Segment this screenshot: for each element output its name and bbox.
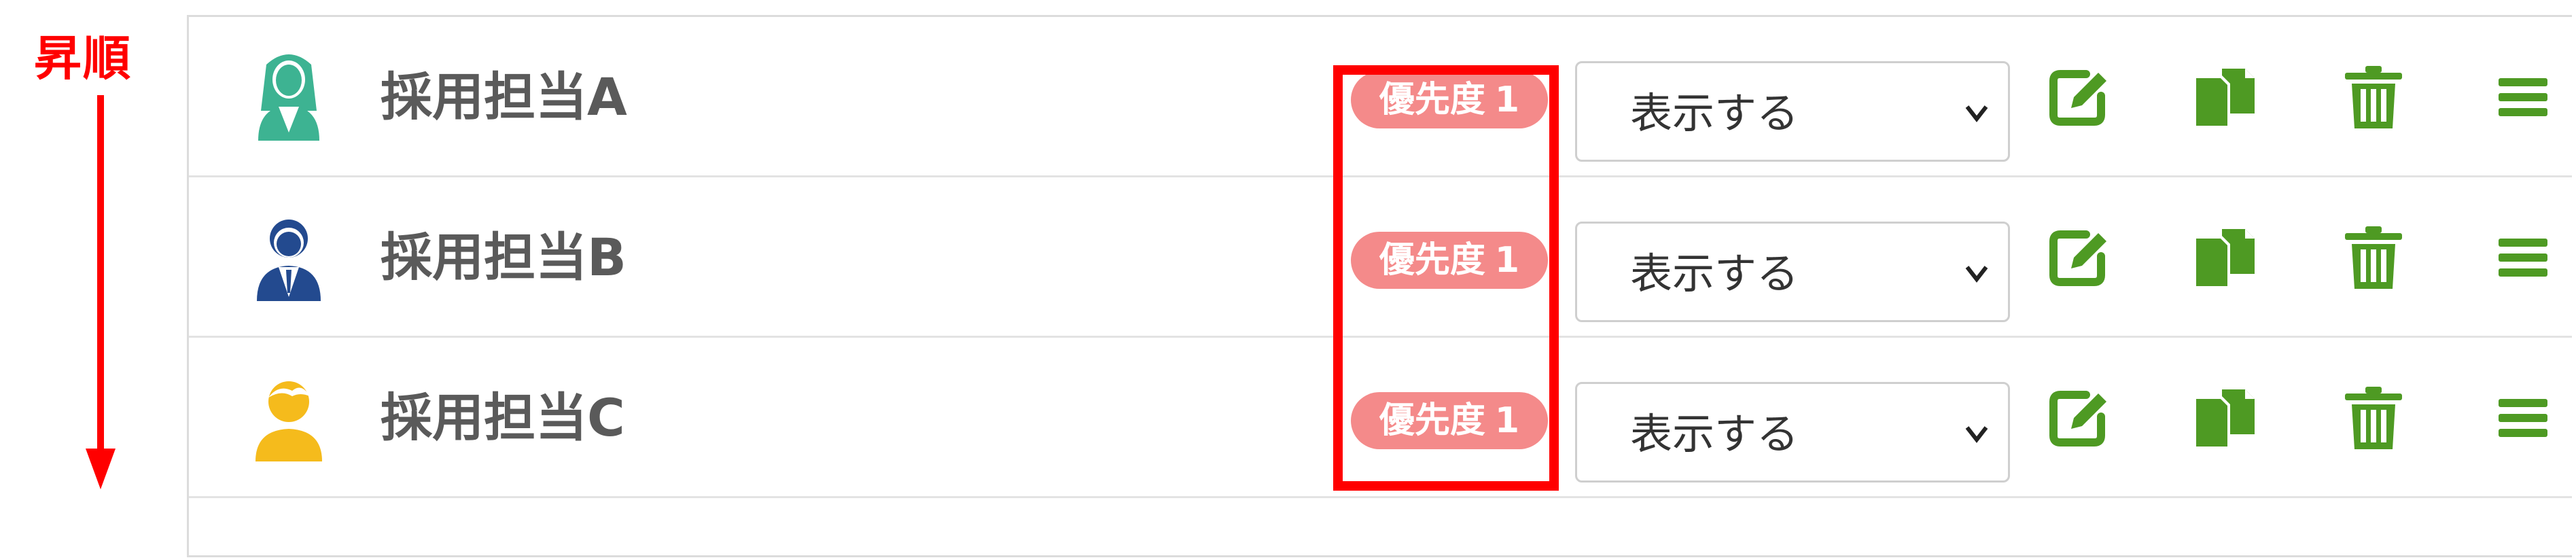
visibility-select[interactable]: 表示する	[1575, 222, 2010, 322]
priority-label: 優先度	[1379, 80, 1485, 120]
copy-button[interactable]	[2191, 63, 2259, 131]
visibility-value: 表示する	[1630, 249, 1799, 298]
sort-order-label: 昇順	[34, 31, 132, 86]
reorder-handle[interactable]	[2489, 384, 2557, 452]
menu-icon	[2499, 399, 2547, 437]
visibility-select[interactable]: 表示する	[1575, 382, 2010, 483]
female-recruiter-icon	[258, 54, 319, 141]
priority-label: 優先度	[1379, 400, 1485, 441]
recruiter-name: 採用担当A	[381, 67, 627, 127]
list-item: 採用担当B 優先度 1 表示する	[189, 177, 2572, 338]
visibility-value: 表示する	[1630, 88, 1799, 138]
reorder-handle[interactable]	[2489, 63, 2557, 131]
trash-icon	[2345, 387, 2402, 449]
delete-button[interactable]	[2340, 224, 2407, 292]
person-icon	[255, 381, 322, 461]
copy-button[interactable]	[2191, 384, 2259, 452]
priority-value: 1	[1494, 240, 1520, 281]
priority-badge: 優先度 1	[1351, 71, 1548, 128]
copy-icon	[2196, 69, 2255, 126]
reorder-handle[interactable]	[2489, 224, 2557, 292]
recruiter-name: 採用担当C	[381, 387, 625, 448]
edit-button[interactable]	[2044, 384, 2112, 452]
trash-icon	[2345, 66, 2402, 128]
priority-badge: 優先度 1	[1351, 392, 1548, 449]
visibility-select[interactable]: 表示する	[1575, 61, 2010, 162]
trash-icon	[2345, 226, 2402, 289]
chevron-down-icon	[1965, 426, 1988, 443]
edit-button[interactable]	[2044, 224, 2112, 292]
male-businessman-icon	[257, 220, 321, 301]
menu-icon	[2499, 78, 2547, 116]
sort-direction-arrow-icon	[86, 95, 116, 489]
edit-icon	[2049, 230, 2106, 286]
delete-button[interactable]	[2340, 384, 2407, 452]
copy-icon	[2196, 389, 2255, 447]
chevron-down-icon	[1965, 266, 1988, 283]
chevron-down-icon	[1965, 105, 1988, 122]
recruiter-list-panel: 採用担当A 優先度 1 表示する 採用担当B 優先度 1 表示する 採用担当C …	[187, 15, 2572, 557]
delete-button[interactable]	[2340, 63, 2407, 131]
edit-button[interactable]	[2044, 63, 2112, 131]
recruiter-name: 採用担当B	[381, 227, 627, 287]
priority-badge: 優先度 1	[1351, 232, 1548, 289]
edit-icon	[2049, 70, 2106, 126]
priority-label: 優先度	[1379, 240, 1485, 281]
priority-value: 1	[1494, 80, 1520, 120]
copy-icon	[2196, 229, 2255, 286]
menu-icon	[2499, 239, 2547, 277]
list-item: 採用担当A 優先度 1 表示する	[189, 17, 2572, 177]
copy-button[interactable]	[2191, 224, 2259, 292]
priority-value: 1	[1494, 400, 1520, 441]
visibility-value: 表示する	[1630, 409, 1799, 459]
list-item: 採用担当C 優先度 1 表示する	[189, 338, 2572, 498]
edit-icon	[2049, 391, 2106, 447]
